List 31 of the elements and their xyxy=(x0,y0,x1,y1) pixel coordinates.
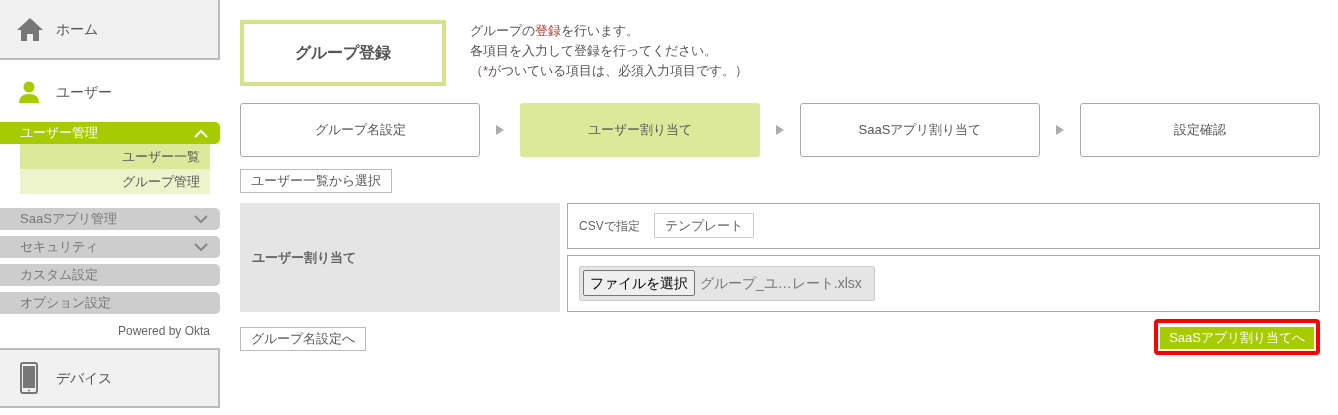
home-icon xyxy=(16,17,44,41)
step-tab[interactable]: グループ名設定 xyxy=(240,103,480,157)
template-button[interactable]: テンプレート xyxy=(653,213,754,239)
description-text: 各項目を入力して登録を行ってください。 xyxy=(470,42,718,60)
submenu-item[interactable]: グループ管理 xyxy=(20,169,210,194)
page-title: グループ登録 xyxy=(240,20,446,86)
csv-label: CSVで指定 xyxy=(579,217,640,235)
phone-icon xyxy=(20,362,38,394)
step-tab[interactable]: 設定確認 xyxy=(1080,103,1320,157)
person-icon xyxy=(18,81,40,103)
chevron-down-icon xyxy=(194,242,208,252)
step-tab[interactable]: ユーザー割り当て xyxy=(520,103,760,157)
back-button[interactable]: グループ名設定へ xyxy=(240,326,366,351)
home-tile[interactable]: ホーム xyxy=(0,0,220,60)
arrow-icon xyxy=(496,125,504,135)
powered-by-text: Powered by Okta xyxy=(117,323,210,340)
user-section[interactable]: ユーザー xyxy=(0,62,220,122)
select-from-list-button[interactable]: ユーザー一覧から選択 xyxy=(240,168,392,193)
chevron-down-icon xyxy=(194,214,208,224)
file-name: グループ_ユ…レート.xlsx xyxy=(700,273,862,293)
file-select-button[interactable]: ファイルを選択 xyxy=(583,270,695,297)
form-label-cell: ユーザー割り当て xyxy=(240,202,560,312)
arrow-icon xyxy=(1056,125,1064,135)
submenu-item[interactable]: ユーザー一覧 xyxy=(20,144,210,169)
arrow-icon xyxy=(776,125,784,135)
chevron-up-icon xyxy=(194,128,208,138)
description-text: グループの登録を行います。 xyxy=(470,22,640,40)
file-field[interactable]: ファイルを選択 グループ_ユ…レート.xlsx xyxy=(579,265,875,301)
required-note: （*がついている項目は、必須入力項目です。） xyxy=(470,62,749,80)
device-tile[interactable]: デバイス xyxy=(0,348,220,408)
step-tab[interactable]: SaaSアプリ割り当て xyxy=(800,103,1040,157)
